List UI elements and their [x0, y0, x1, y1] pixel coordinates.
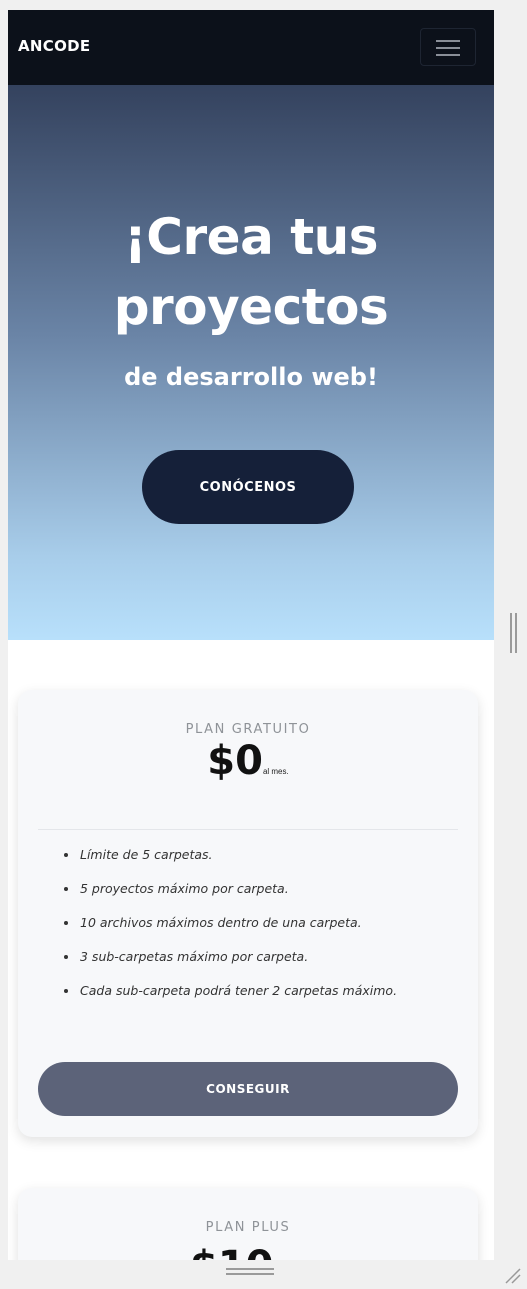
- plan-price-clipped: $10: [190, 1244, 280, 1260]
- feature-item: 5 proyectos máximo por carpeta.: [62, 881, 397, 915]
- bullet-icon: [64, 989, 68, 993]
- browser-viewport: ANCODE ¡Crea tus proyectos de desarrollo…: [8, 10, 494, 1260]
- plan-period: al mes.: [262, 767, 289, 776]
- hero-title: ¡Crea tus proyectos: [113, 208, 389, 336]
- bullet-icon: [64, 955, 68, 959]
- resize-corner-icon[interactable]: [502, 1265, 522, 1285]
- plan-price: $10: [190, 1246, 274, 1260]
- feature-list: Límite de 5 carpetas. 5 proyectos máximo…: [62, 847, 397, 1017]
- scrollbar[interactable]: [494, 10, 527, 1260]
- conseguir-button[interactable]: CONSEGUIR: [38, 1062, 458, 1116]
- conocenos-button[interactable]: CONÓCENOS: [142, 450, 354, 524]
- feature-item: Cada sub-carpeta podrá tener 2 carpetas …: [62, 983, 397, 1017]
- scroll-grip-icon[interactable]: [510, 613, 518, 653]
- drag-handle-icon[interactable]: [226, 1268, 274, 1276]
- navbar: ANCODE: [8, 10, 494, 85]
- plan-price: $0: [207, 738, 263, 784]
- brand-logo[interactable]: ANCODE: [18, 37, 90, 55]
- plan-name: PLAN PLUS: [205, 1220, 291, 1235]
- hero-section: ¡Crea tus proyectos de desarrollo web! C…: [8, 85, 494, 640]
- feature-item: 10 archivos máximos dentro de una carpet…: [62, 915, 397, 949]
- hero-subtitle: de desarrollo web!: [124, 363, 378, 391]
- feature-item: Límite de 5 carpetas.: [62, 847, 397, 881]
- plan-card-plus: PLAN PLUS $10: [18, 1188, 478, 1260]
- bullet-icon: [64, 921, 68, 925]
- menu-toggle-button[interactable]: [420, 28, 476, 66]
- plan-name: PLAN GRATUITO: [185, 722, 311, 737]
- bullet-icon: [64, 887, 68, 891]
- bullet-icon: [64, 853, 68, 857]
- bottom-resize-bar: [0, 1260, 527, 1289]
- plan-card-free: PLAN GRATUITO $0al mes. Límite de 5 carp…: [18, 690, 478, 1137]
- price-row: $0al mes.: [18, 738, 478, 784]
- divider: [38, 829, 458, 830]
- feature-item: 3 sub-carpetas máximo por carpeta.: [62, 949, 397, 983]
